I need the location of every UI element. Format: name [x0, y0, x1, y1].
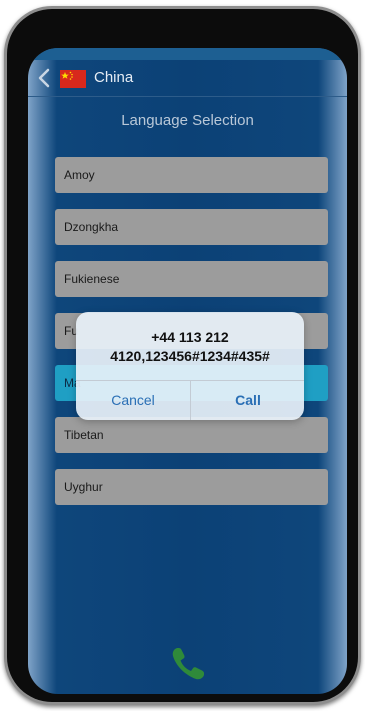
country-name: China [94, 69, 134, 86]
app-screen: China Language Selection Amoy Dzongkha F… [28, 48, 347, 694]
call-confirm-dialog: +44 113 212 4120,123456#1234#435# Cancel… [76, 312, 304, 420]
language-item-fukienese[interactable]: Fukienese [55, 261, 328, 297]
status-bar [28, 48, 347, 60]
language-item-amoy[interactable]: Amoy [55, 157, 328, 193]
page-title: Language Selection [121, 112, 254, 129]
cancel-button[interactable]: Cancel [76, 381, 190, 420]
dialog-phone-line-1: +44 113 212 [151, 329, 229, 345]
call-button[interactable]: Call [191, 381, 304, 420]
header-bar: China [28, 60, 347, 97]
phone-icon[interactable] [168, 644, 208, 684]
language-item-uyghur[interactable]: Uyghur [55, 469, 328, 505]
dialog-message: +44 113 212 4120,123456#1234#435# [82, 328, 298, 366]
chevron-left-icon[interactable] [36, 68, 52, 88]
language-item-dzongkha[interactable]: Dzongkha [55, 209, 328, 245]
dialog-phone-line-2: 4120,123456#1234#435# [110, 348, 270, 364]
language-item-tibetan[interactable]: Tibetan [55, 417, 328, 453]
china-flag-icon [60, 70, 86, 88]
